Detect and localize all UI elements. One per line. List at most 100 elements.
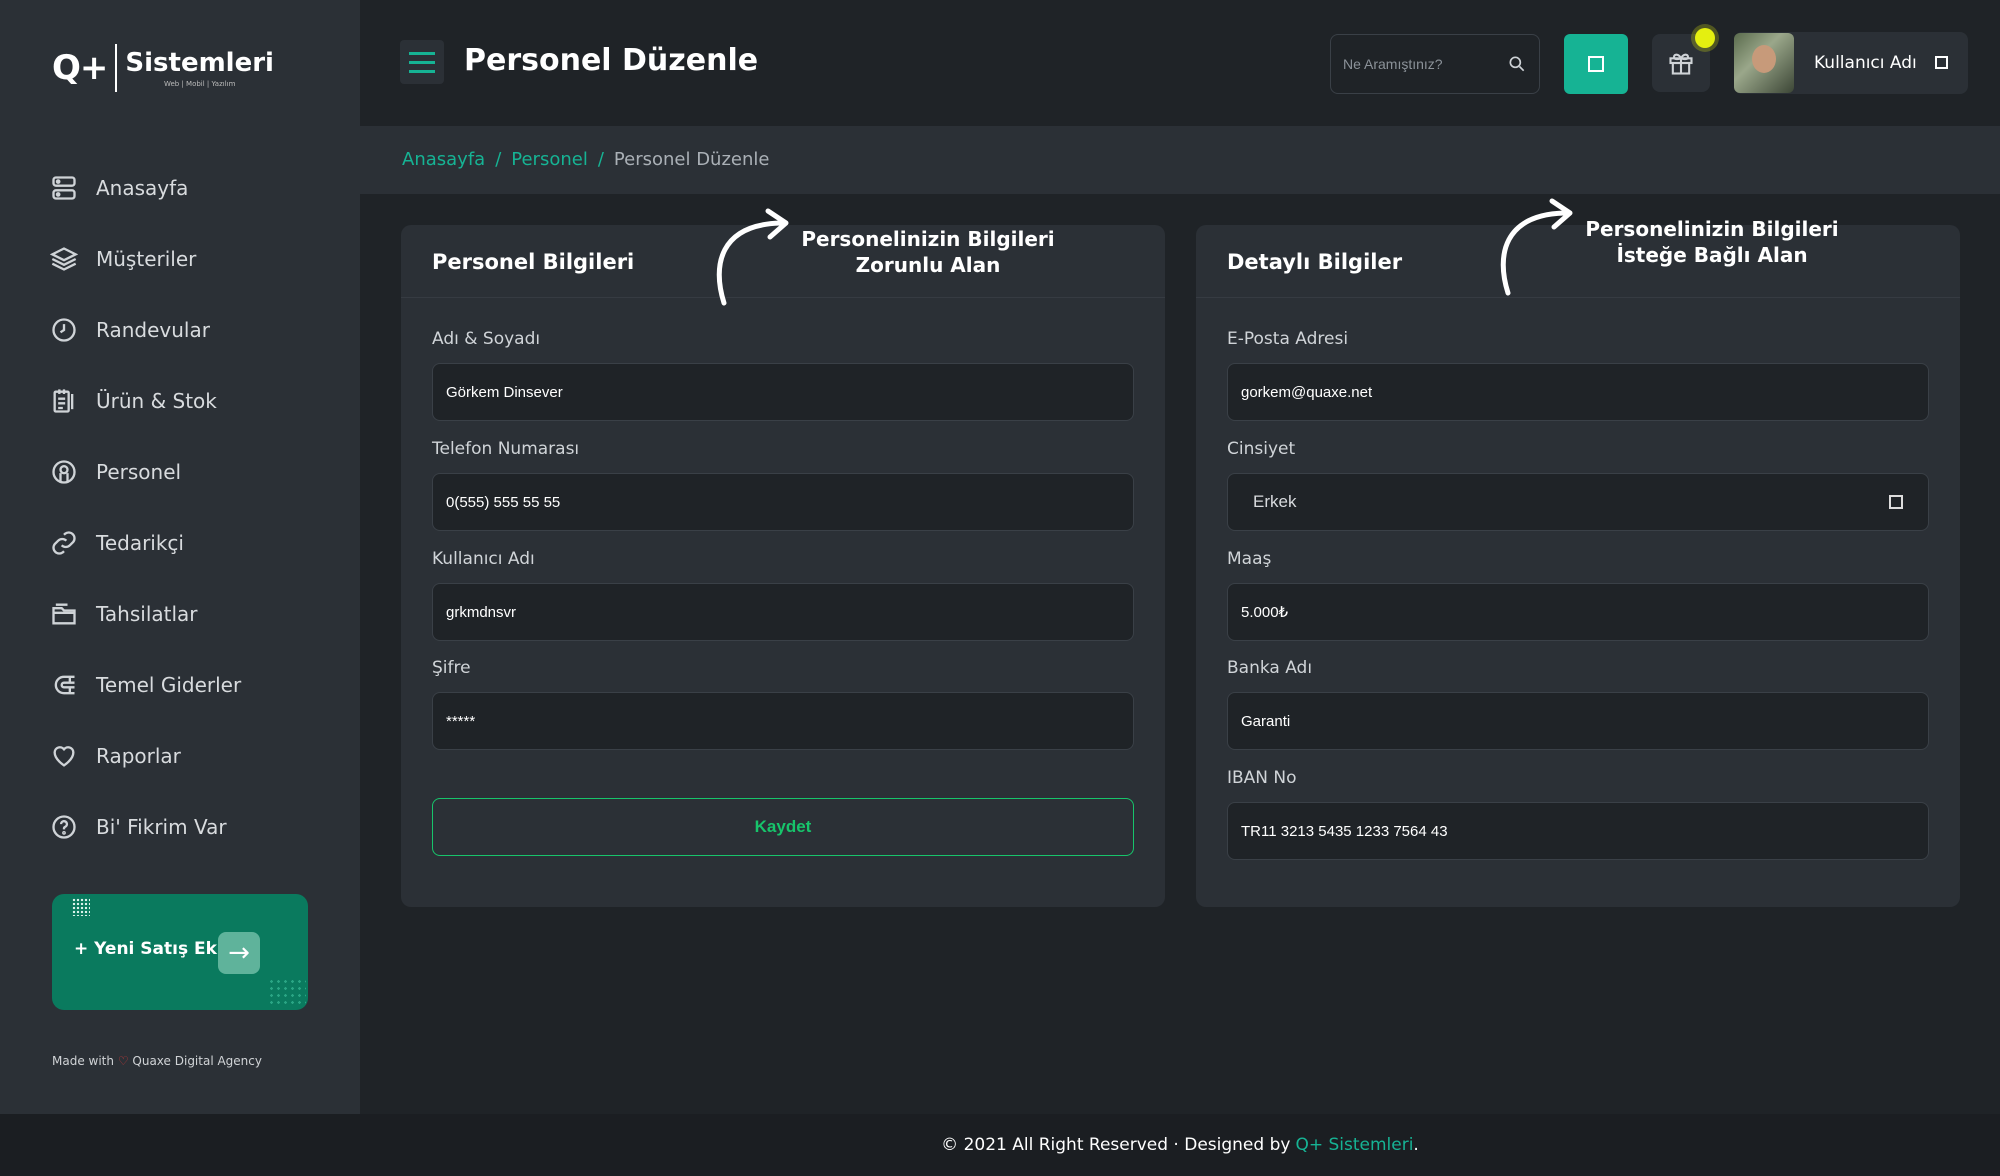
sidebar-item-urun-stok[interactable]: Ürün & Stok xyxy=(50,365,340,436)
search-icon[interactable] xyxy=(1507,54,1527,74)
made-with-prefix: Made with xyxy=(52,1054,114,1068)
password-input[interactable] xyxy=(432,692,1134,750)
footer-brand-link[interactable]: Q+ Sistemleri xyxy=(1295,1135,1413,1155)
field-label: Banka Adı xyxy=(1227,658,1313,678)
logo-divider xyxy=(115,44,118,92)
bank-name-field: Banka Adı xyxy=(1227,658,1929,750)
layers-icon xyxy=(50,245,78,273)
sidebar-item-label: Müşteriler xyxy=(96,246,197,271)
bank-name-input[interactable] xyxy=(1227,692,1929,750)
salary-field: Maaş xyxy=(1227,549,1929,641)
email-text[interactable] xyxy=(1241,383,1915,401)
sidebar-item-raporlar[interactable]: Raporlar xyxy=(50,720,340,791)
iban-input[interactable] xyxy=(1227,802,1929,860)
footer-period: . xyxy=(1413,1135,1419,1155)
user-name: Kullanıcı Adı xyxy=(1814,53,1917,73)
sidebar-item-musteriler[interactable]: Müşteriler xyxy=(50,223,340,294)
field-label: E-Posta Adresi xyxy=(1227,329,1349,349)
gender-value: Erkek xyxy=(1253,492,1297,511)
gender-field: Cinsiyet Erkek xyxy=(1227,439,1929,531)
help-circle-icon xyxy=(50,813,78,841)
sidebar-item-label: Randevular xyxy=(96,317,210,342)
dropdown-icon xyxy=(1935,56,1948,69)
dashboard-icon xyxy=(50,174,78,202)
password-text[interactable] xyxy=(446,712,1120,730)
sidebar-item-randevular[interactable]: Randevular xyxy=(50,294,340,365)
password-field: Şifre xyxy=(432,658,1134,750)
breadcrumb-home[interactable]: Anasayfa xyxy=(402,149,485,170)
arrow-right-icon[interactable]: → xyxy=(218,932,260,974)
field-label: Kullanıcı Adı xyxy=(432,549,535,569)
sidebar-item-label: Ürün & Stok xyxy=(96,388,217,413)
new-sale-card[interactable]: + Yeni Satış Ekle → xyxy=(52,894,308,1010)
sidebar-item-label: Bi' Fikrim Var xyxy=(96,814,227,839)
page-title: Personel Düzenle xyxy=(464,43,759,78)
sidebar-item-label: Tedarikçi xyxy=(96,530,184,555)
avatar xyxy=(1734,33,1794,93)
sidebar-item-label: Tahsilatlar xyxy=(96,601,198,626)
sidebar-item-label: Personel xyxy=(96,459,182,484)
logo[interactable]: Q+ Sistemleri Web | Mobil | Yazılım xyxy=(52,44,274,92)
email-field: E-Posta Adresi xyxy=(1227,329,1929,421)
email-input[interactable] xyxy=(1227,363,1929,421)
logo-text: Sistemleri Web | Mobil | Yazılım xyxy=(125,48,274,88)
dot-pattern xyxy=(72,898,90,916)
full-name-text[interactable] xyxy=(446,383,1120,401)
required-area-note: Personelinizin Bilgileri Zorunlu Alan xyxy=(801,227,1055,277)
logo-tagline: Web | Mobil | Yazılım xyxy=(163,80,236,88)
curved-arrow-icon xyxy=(716,208,789,306)
sidebar-item-bi-fikrim-var[interactable]: Bi' Fikrim Var xyxy=(50,791,340,862)
field-label: Şifre xyxy=(432,658,471,678)
iban-text[interactable] xyxy=(1241,822,1915,840)
field-label: Adı & Soyadı xyxy=(432,329,541,349)
user-menu[interactable]: Kullanıcı Adı xyxy=(1734,32,1968,94)
sidebar-item-anasayfa[interactable]: Anasayfa xyxy=(50,152,340,223)
dot-pattern xyxy=(268,978,306,1008)
menu-toggle-button[interactable] xyxy=(400,40,444,84)
field-label: Telefon Numarası xyxy=(432,439,580,459)
breadcrumb-separator: / xyxy=(495,149,502,170)
agency-name[interactable]: Quaxe Digital Agency xyxy=(132,1054,262,1068)
salary-text[interactable] xyxy=(1241,603,1915,621)
sidebar-item-tedarikci[interactable]: Tedarikçi xyxy=(50,507,340,578)
breadcrumb: Anasayfa / Personel / Personel Düzenle xyxy=(402,149,769,170)
field-label: Maaş xyxy=(1227,549,1272,569)
bank-name-text[interactable] xyxy=(1241,712,1915,730)
breadcrumb-personel[interactable]: Personel xyxy=(511,149,588,170)
breadcrumb-separator: / xyxy=(597,149,604,170)
full-name-field: Adı & Soyadı xyxy=(432,329,1134,421)
search-input[interactable] xyxy=(1343,56,1507,72)
footer: © 2021 All Right Reserved · Designed by … xyxy=(0,1114,2000,1176)
link-icon xyxy=(50,529,78,557)
field-label: IBAN No xyxy=(1227,768,1297,788)
username-input[interactable] xyxy=(432,583,1134,641)
sidebar-nav: Anasayfa Müşteriler Randevular Ürün & St… xyxy=(50,152,340,862)
sidebar-item-personel[interactable]: Personel xyxy=(50,436,340,507)
save-button[interactable]: Kaydet xyxy=(432,798,1134,856)
notification-dot xyxy=(1695,28,1715,48)
detail-info-card: Detaylı Bilgiler E-Posta Adresi Cinsiyet… xyxy=(1196,225,1960,907)
search-box[interactable] xyxy=(1330,34,1540,94)
hamburger-icon xyxy=(409,51,435,55)
phone-text[interactable] xyxy=(446,493,1120,511)
made-with-credit: Made with ♡ Quaxe Digital Agency xyxy=(52,1054,262,1068)
sidebar-item-temel-giderler[interactable]: Temel Giderler xyxy=(50,649,340,720)
username-text[interactable] xyxy=(446,603,1120,621)
folder-icon xyxy=(50,600,78,628)
sidebar-item-label: Temel Giderler xyxy=(96,672,242,697)
full-name-input[interactable] xyxy=(432,363,1134,421)
fullscreen-button[interactable] xyxy=(1564,34,1628,94)
gender-select[interactable]: Erkek xyxy=(1227,473,1929,531)
username-field: Kullanıcı Adı xyxy=(432,549,1134,641)
field-label: Cinsiyet xyxy=(1227,439,1296,459)
sidebar-item-label: Raporlar xyxy=(96,743,181,768)
phone-field: Telefon Numarası xyxy=(432,439,1134,531)
salary-input[interactable] xyxy=(1227,583,1929,641)
breadcrumb-bar: Anasayfa / Personel / Personel Düzenle xyxy=(360,126,2000,194)
sidebar: Q+ Sistemleri Web | Mobil | Yazılım Anas… xyxy=(0,0,360,1114)
sidebar-item-tahsilatlar[interactable]: Tahsilatlar xyxy=(50,578,340,649)
magnet-icon xyxy=(50,671,78,699)
phone-input[interactable] xyxy=(432,473,1134,531)
hamburger-icon xyxy=(409,69,435,73)
hamburger-icon xyxy=(409,60,435,64)
